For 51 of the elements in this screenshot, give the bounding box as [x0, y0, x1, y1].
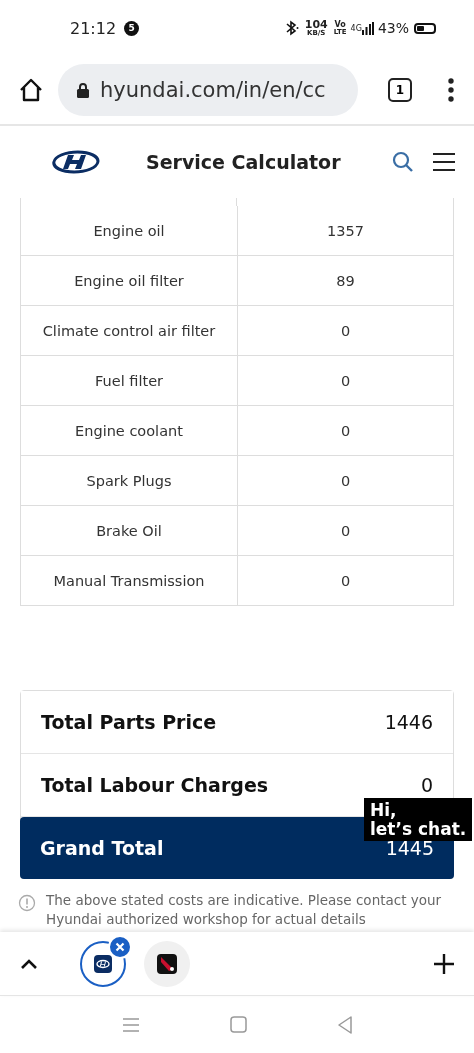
price-cell-text: 89 [335, 271, 356, 291]
volte-label: Vo [334, 20, 346, 29]
summary-value: 0 [420, 774, 433, 796]
hyundai-logo-icon [52, 150, 100, 174]
browser-tab[interactable] [144, 940, 190, 987]
close-tab-icon[interactable] [108, 934, 132, 959]
part-name-cell: Engine oil filter [21, 256, 238, 305]
summary-label: Grand Total [40, 837, 164, 859]
network-speed: 104 [304, 19, 328, 30]
price-cell-text: 0 [339, 471, 352, 491]
collapse-button[interactable] [20, 957, 38, 970]
back-button[interactable] [336, 1015, 353, 1034]
price-cell-text: 0 [339, 571, 352, 591]
part-name-cell: Fuel filter [21, 356, 238, 405]
site-favicon-icon [157, 953, 177, 974]
network-type: 4G [350, 23, 362, 33]
price-cell-text: 0 [339, 421, 352, 441]
summary-label: Total Parts Price [41, 711, 217, 733]
tab-count-button[interactable]: 1 [388, 78, 412, 102]
disclaimer-text: The above stated costs are indicative. Please contact your Hyundai authorized workshop for actual details [46, 891, 442, 929]
chat-bubble[interactable]: Hi, let’s chat. [364, 798, 473, 842]
notification-count: 5 [124, 20, 140, 36]
summary-label: Total Labour Charges [41, 774, 269, 796]
signal-icon [361, 21, 374, 35]
status-time: 21:12 [70, 18, 117, 38]
lock-icon [76, 82, 90, 98]
page-title: Service Calculator [146, 151, 342, 173]
url-text: hyundai.com/in/en/cc [100, 78, 326, 102]
address-bar[interactable]: hyundai.com/in/en/cc [58, 64, 358, 116]
price-cell-text: 0 [339, 521, 352, 541]
part-name-cell: Spark Plugs [21, 456, 238, 505]
home-button[interactable] [18, 77, 44, 103]
price-cell-text: 1357 [326, 221, 365, 241]
part-name-cell: Climate control air filter [21, 306, 238, 355]
search-icon[interactable] [392, 151, 414, 173]
more-menu-icon[interactable] [448, 78, 454, 102]
part-name-cell: Engine coolant [21, 406, 238, 455]
battery-fill [417, 25, 424, 31]
price-cell-text: 0 [339, 371, 352, 391]
bluetooth-icon [284, 20, 299, 36]
home-nav-button[interactable] [229, 1016, 247, 1033]
menu-icon[interactable] [432, 152, 456, 172]
battery-percent: 43% [377, 20, 409, 36]
part-name-cell: Brake Oil [21, 506, 238, 555]
part-name-cell: Engine oil [21, 206, 238, 255]
summary-value: 1446 [384, 711, 433, 733]
site-favicon-icon [94, 954, 112, 973]
info-icon [18, 894, 36, 912]
new-tab-button[interactable] [434, 953, 454, 974]
part-name-cell: Manual Transmission [21, 556, 238, 605]
price-cell-text: 0 [339, 321, 352, 341]
